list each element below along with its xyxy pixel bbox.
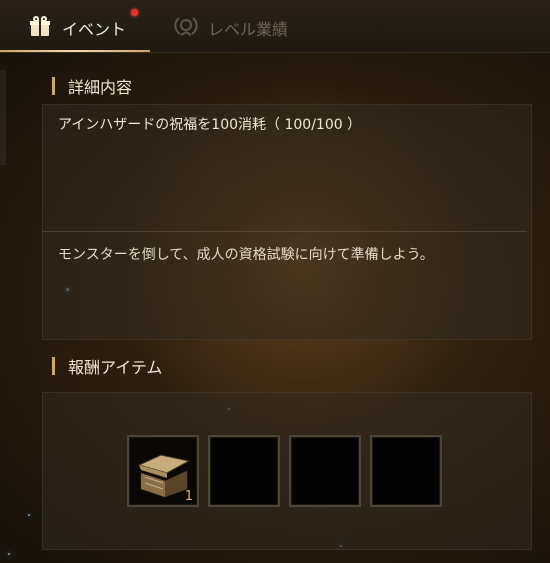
side-rail [0,70,6,165]
reward-quantity: 1 [184,489,193,504]
tab-bar: イベント レベル業績 [0,0,550,53]
quest-title: アインハザードの祝福を100消耗（ 100/100 ） [58,117,362,133]
notification-dot [131,9,138,16]
rewards-heading: 報酬アイテム [52,355,162,377]
laurel-icon [174,17,198,36]
rewards-heading-label: 報酬アイテム [68,358,163,377]
details-heading: 詳細内容 [52,75,132,97]
quest-description: モンスターを倒して、成人の資格試験に向けて準備しよう。 [58,247,434,263]
tab-event-label: イベント [62,20,127,39]
heading-accent-bar [52,77,55,95]
reward-slot-empty[interactable] [289,435,361,507]
rewards-panel [42,392,532,550]
tab-level-achievements[interactable]: レベル業績 [172,0,322,52]
tab-level-label: レベル業績 [208,20,289,39]
reward-slot-empty[interactable] [370,435,442,507]
reward-slot-empty[interactable] [208,435,280,507]
details-panel [42,104,532,340]
reward-slot[interactable]: 1 [127,435,199,507]
chest-icon [137,454,191,497]
heading-accent-bar [52,357,55,375]
tab-event[interactable]: イベント [0,0,150,52]
details-divider [42,231,527,232]
gift-icon [30,16,50,36]
details-heading-label: 詳細内容 [68,78,133,97]
sparkle-particle [28,514,30,516]
sparkle-particle [8,553,10,555]
active-tab-underline [0,50,150,52]
